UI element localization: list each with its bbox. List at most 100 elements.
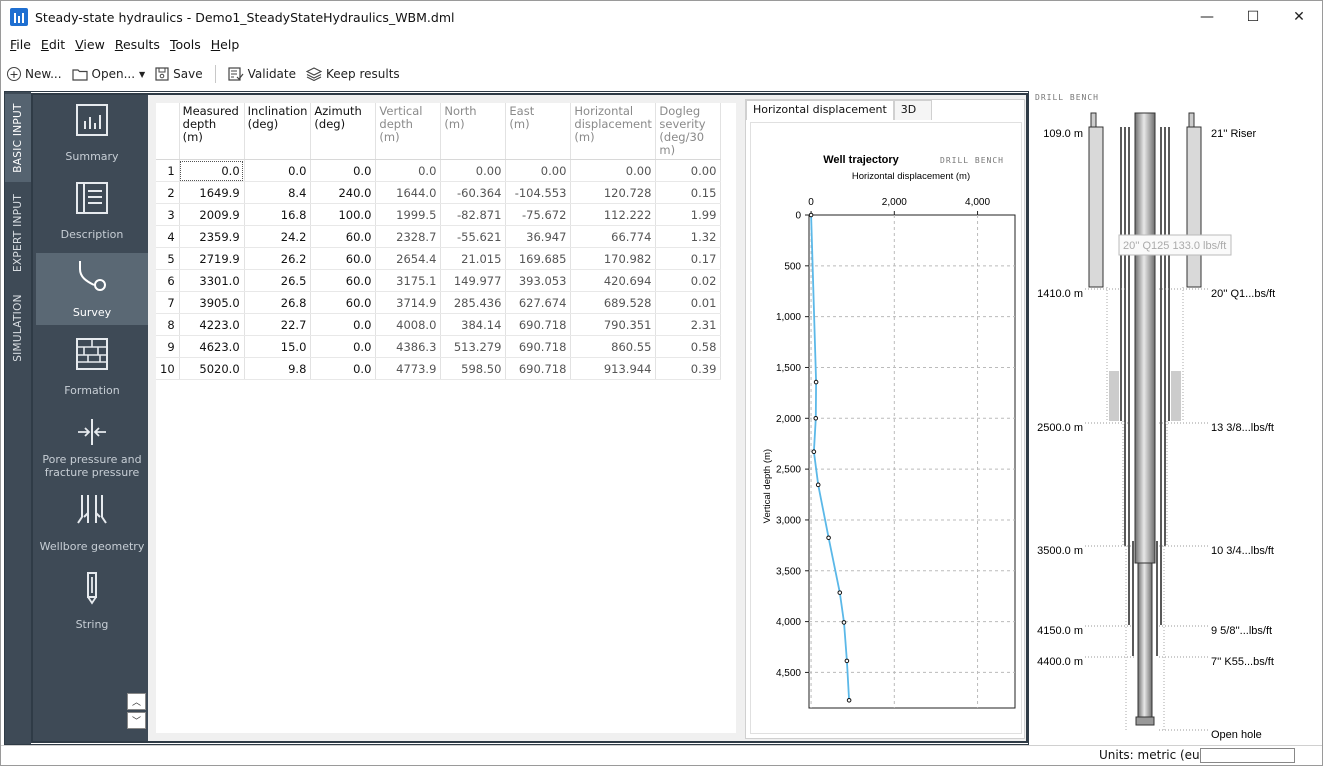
table-cell[interactable]: 2.31 <box>655 313 722 336</box>
table-cell[interactable]: 22.7 <box>244 313 312 336</box>
table-cell[interactable]: 8.4 <box>244 181 312 204</box>
table-cell[interactable]: 3175.1 <box>375 269 442 292</box>
table-cell[interactable]: 100.0 <box>310 203 377 226</box>
minimize-button[interactable]: — <box>1184 1 1230 33</box>
column-header[interactable]: Inclination (deg) <box>244 103 312 160</box>
table-cell[interactable]: 169.685 <box>505 247 572 270</box>
table-cell[interactable]: 4008.0 <box>375 313 442 336</box>
sidebar-item-wellbore-geometry[interactable]: Wellbore geometry <box>36 487 148 559</box>
table-cell[interactable]: 16.8 <box>244 203 312 226</box>
table-cell[interactable]: 513.279 <box>440 335 507 358</box>
table-cell[interactable]: 598.50 <box>440 357 507 380</box>
table-cell[interactable]: 1999.5 <box>375 203 442 226</box>
menu-results[interactable]: Results <box>110 37 165 55</box>
drill-pipe[interactable] <box>1134 112 1156 564</box>
table-cell[interactable]: -75.672 <box>505 203 572 226</box>
survey-point[interactable] <box>841 620 847 625</box>
table-cell[interactable]: 0.01 <box>655 291 722 314</box>
table-cell[interactable]: 384.14 <box>440 313 507 336</box>
table-cell[interactable]: 2654.4 <box>375 247 442 270</box>
column-header[interactable]: Horizontal displacement (m) <box>570 103 657 160</box>
column-header[interactable]: Vertical depth (m) <box>375 103 442 160</box>
casing-20in[interactable] <box>1088 126 1104 288</box>
table-cell[interactable]: 24.2 <box>244 225 312 248</box>
sidebar-item-formation[interactable]: Formation <box>36 331 148 403</box>
sidebar-item-pore-pressure[interactable]: Pore pressure and fracture pressure <box>36 409 148 485</box>
bottom-hole-assembly[interactable] <box>1137 562 1153 724</box>
table-cell[interactable]: 9.8 <box>244 357 312 380</box>
table-cell[interactable]: 5020.0 <box>179 357 245 380</box>
casing-20in[interactable] <box>1186 126 1202 288</box>
table-cell[interactable]: 4223.0 <box>179 313 245 336</box>
table-cell[interactable]: 2328.7 <box>375 225 442 248</box>
table-cell[interactable]: 0.0 <box>310 335 377 358</box>
table-cell[interactable]: 170.982 <box>570 247 657 270</box>
column-header[interactable]: Measured depth (m) <box>179 103 245 160</box>
save-button[interactable]: Save <box>155 67 203 81</box>
table-cell[interactable]: 60.0 <box>310 291 377 314</box>
table-cell[interactable]: 689.528 <box>570 291 657 314</box>
table-cell[interactable]: -104.553 <box>505 181 572 204</box>
table-cell[interactable]: 60.0 <box>310 225 377 248</box>
menu-tools[interactable]: Tools <box>165 37 206 55</box>
table-cell[interactable]: 21.015 <box>440 247 507 270</box>
table-cell[interactable]: 285.436 <box>440 291 507 314</box>
tab-expert-input[interactable]: EXPERT INPUT <box>5 184 31 282</box>
table-cell[interactable]: 690.718 <box>505 313 572 336</box>
table-cell[interactable]: 4386.3 <box>375 335 442 358</box>
survey-point[interactable] <box>811 449 817 455</box>
table-cell[interactable]: 0.00 <box>505 159 572 182</box>
table-cell[interactable]: 3301.0 <box>179 269 245 292</box>
table-cell[interactable]: 0.0 <box>310 357 377 380</box>
table-cell[interactable]: 0.39 <box>655 357 722 380</box>
table-cell[interactable]: 149.977 <box>440 269 507 292</box>
well-trajectory-chart[interactable]: Well trajectory DRILL BENCH Horizontal dis… <box>751 123 1021 733</box>
tab-3d[interactable]: 3D <box>893 100 932 120</box>
survey-point[interactable] <box>815 482 821 488</box>
wellbore-schematic-drawing[interactable]: DRILL BENCH 109.0 m 1410.0 m 2500.0 m 3500.0… <box>1031 91 1321 745</box>
validate-button[interactable]: Validate <box>228 67 296 81</box>
table-cell[interactable]: 0.02 <box>655 269 722 292</box>
table-cell[interactable]: 0.0 <box>244 159 312 182</box>
sidebar-item-summary[interactable]: Summary <box>36 97 148 169</box>
table-cell[interactable]: 0.15 <box>655 181 722 204</box>
menu-help[interactable]: Help <box>206 37 245 55</box>
table-cell[interactable]: 3714.9 <box>375 291 442 314</box>
table-cell[interactable]: 690.718 <box>505 357 572 380</box>
tab-simulation[interactable]: SIMULATION <box>5 284 31 372</box>
table-cell[interactable]: 2009.9 <box>179 203 245 226</box>
maximize-button[interactable]: ☐ <box>1230 1 1276 33</box>
tab-horizontal-displacement[interactable]: Horizontal displacement <box>746 100 894 120</box>
table-cell[interactable]: 112.222 <box>570 203 657 226</box>
table-cell[interactable]: 26.2 <box>244 247 312 270</box>
table-cell[interactable]: 0.00 <box>440 159 507 182</box>
survey-point[interactable] <box>813 415 819 421</box>
tab-basic-input[interactable]: BASIC INPUT <box>5 94 31 182</box>
sidebar-item-survey[interactable]: Survey <box>36 253 148 325</box>
table-cell[interactable]: 627.674 <box>505 291 572 314</box>
table-cell[interactable]: 1644.0 <box>375 181 442 204</box>
table-cell[interactable]: 4623.0 <box>179 335 245 358</box>
sidebar-item-description[interactable]: Description <box>36 175 148 247</box>
new-button[interactable]: + New... <box>7 67 62 81</box>
table-cell[interactable]: 0.17 <box>655 247 722 270</box>
survey-point[interactable] <box>837 590 843 595</box>
column-header[interactable]: Azimuth (deg) <box>310 103 377 160</box>
table-cell[interactable]: 0.00 <box>655 159 722 182</box>
table-cell[interactable]: 790.351 <box>570 313 657 336</box>
table-cell[interactable]: 120.728 <box>570 181 657 204</box>
table-cell[interactable]: 60.0 <box>310 269 377 292</box>
table-cell[interactable]: 690.718 <box>505 335 572 358</box>
table-cell[interactable]: -55.621 <box>440 225 507 248</box>
table-cell[interactable]: 860.55 <box>570 335 657 358</box>
table-cell[interactable]: 4773.9 <box>375 357 442 380</box>
menu-file[interactable]: File <box>5 37 36 55</box>
table-cell[interactable]: 0.0 <box>310 159 377 182</box>
table-cell[interactable]: 0.0 <box>375 159 442 182</box>
table-cell[interactable]: 2719.9 <box>179 247 245 270</box>
close-button[interactable]: ✕ <box>1276 1 1322 33</box>
table-cell[interactable]: 393.053 <box>505 269 572 292</box>
table-cell[interactable]: 1649.9 <box>179 181 245 204</box>
keep-results-button[interactable]: Keep results <box>306 67 400 81</box>
survey-point[interactable] <box>826 535 831 541</box>
